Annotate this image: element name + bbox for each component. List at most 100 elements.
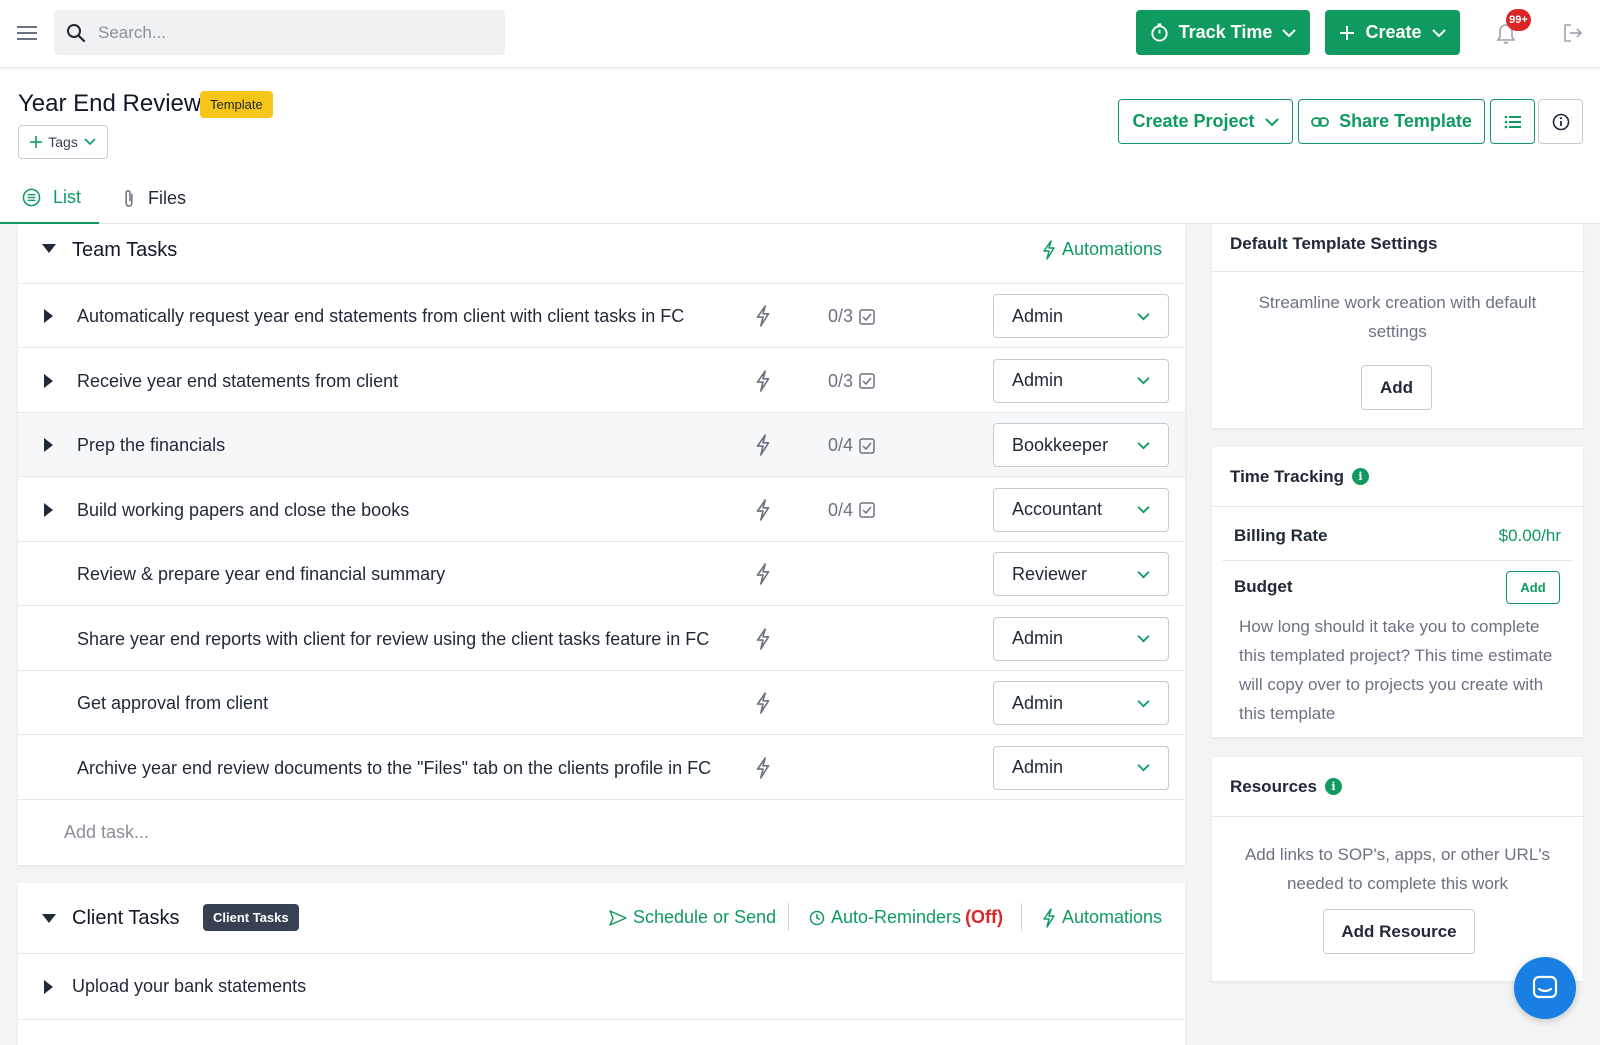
task-name: Archive year end review documents to the… (77, 757, 712, 778)
chevron-down-icon (1137, 377, 1150, 385)
add-task-input[interactable]: Add task... (64, 822, 149, 843)
tags-button[interactable]: Tags (18, 125, 108, 159)
lightning-icon (1043, 239, 1055, 260)
plus-icon (30, 136, 43, 148)
team-task-row[interactable]: Prep the financials 0/4 Bookkeeper (18, 413, 1185, 477)
team-task-row[interactable]: Build working papers and close the books… (18, 477, 1185, 542)
team-automations-link[interactable]: Automations (1042, 239, 1162, 260)
task-name: Build working papers and close the books (77, 499, 410, 520)
role-value: Admin (1012, 757, 1064, 777)
chat-launcher[interactable] (1514, 957, 1576, 1019)
list-icon (1504, 115, 1521, 128)
time-tracking-card: Time Tracking i Billing Rate $0.00/hr Bu… (1212, 447, 1583, 737)
chevron-down-icon (1137, 699, 1150, 707)
role-value: Admin (1012, 628, 1064, 648)
role-select[interactable]: Bookkeeper (993, 423, 1169, 467)
search-icon (67, 23, 86, 42)
team-task-row[interactable]: Automatically request year end statement… (18, 284, 1185, 348)
task-name: Share year end reports with client for r… (77, 628, 710, 649)
billing-rate-value[interactable]: $0.00/hr (1499, 526, 1561, 546)
collapse-caret[interactable] (42, 914, 56, 923)
expand-caret[interactable] (44, 309, 53, 323)
team-tasks-panel: Team Tasks Automations Automatically req… (18, 224, 1185, 865)
info-icon[interactable]: i (1324, 778, 1342, 795)
tab-list[interactable]: List (0, 172, 99, 224)
task-name: Automatically request year end statement… (77, 306, 685, 326)
lightning-icon[interactable] (753, 756, 773, 779)
expand-caret[interactable] (44, 980, 53, 994)
chevron-down-icon (1137, 635, 1150, 643)
team-task-row[interactable]: Receive year end statements from client 0… (18, 348, 1185, 413)
schedule-send-label: Schedule or Send (633, 907, 777, 927)
subtask-count-text: 0/4 (828, 435, 854, 455)
role-select[interactable]: Admin (993, 616, 1169, 661)
logout-icon[interactable] (1562, 22, 1584, 44)
create-label: Create (1365, 22, 1422, 42)
default-settings-description: Streamline work creation with default se… (1258, 293, 1537, 341)
share-template-label: Share Template (1339, 111, 1472, 131)
role-value: Accountant (1012, 499, 1103, 519)
client-task-row[interactable]: Upload your bank statements (18, 954, 1185, 1020)
expand-caret[interactable] (44, 438, 53, 452)
task-name: Get approval from client (77, 693, 269, 713)
lightning-icon[interactable] (753, 498, 773, 521)
team-task-row[interactable]: Review & prepare year end financial summ… (18, 542, 1185, 606)
checkbox-icon (859, 373, 875, 389)
lightning-icon[interactable] (753, 434, 773, 456)
lightning-icon[interactable] (753, 369, 773, 392)
resources-card: Resources i Add links to SOP's, apps, or… (1212, 757, 1583, 981)
role-select[interactable]: Accountant (993, 487, 1169, 532)
role-select[interactable]: Admin (993, 681, 1169, 725)
subtask-count-text: 0/3 (828, 306, 854, 326)
lightning-icon[interactable] (753, 305, 773, 327)
team-task-row[interactable]: Archive year end review documents to the… (18, 735, 1185, 800)
expand-caret[interactable] (44, 502, 53, 517)
default-settings-add-button[interactable]: Add (1361, 365, 1432, 410)
billing-rate-label: Billing Rate (1234, 526, 1328, 545)
page-header: Year End Review Template Tags Create Pro… (0, 68, 1600, 224)
subtask-count: 0/3 (828, 306, 875, 327)
create-project-button[interactable]: Create Project (1118, 99, 1293, 144)
client-tasks-header: Client Tasks Client Tasks Schedule or Se… (18, 883, 1185, 954)
team-automations-label: Automations (1062, 239, 1163, 259)
role-select[interactable]: Admin (993, 294, 1169, 338)
team-task-row[interactable]: Share year end reports with client for r… (18, 606, 1185, 671)
tab-files[interactable]: Files (122, 172, 186, 224)
menu-icon[interactable] (16, 22, 38, 44)
team-task-row[interactable]: Get approval from client Admin (18, 671, 1185, 735)
task-name: Prep the financials (77, 435, 226, 455)
budget-add-button[interactable]: Add (1506, 571, 1560, 604)
info-icon[interactable]: i (1352, 468, 1370, 485)
role-value: Reviewer (1012, 563, 1088, 584)
chevron-down-icon (1137, 312, 1150, 320)
create-button[interactable]: Create (1325, 10, 1460, 55)
list-view-button[interactable] (1490, 99, 1535, 144)
tags-label: Tags (48, 134, 78, 150)
client-automations-link[interactable]: Automations (1042, 907, 1162, 928)
role-select[interactable]: Admin (993, 745, 1169, 790)
info-button[interactable] (1538, 99, 1583, 144)
expand-caret[interactable] (44, 373, 53, 388)
top-bar: Track Time Create 99+ (0, 0, 1600, 68)
add-resource-button[interactable]: Add Resource (1323, 909, 1475, 954)
lightning-icon[interactable] (753, 692, 773, 714)
schedule-send-link[interactable]: Schedule or Send (609, 907, 776, 928)
chevron-down-icon (1137, 506, 1150, 514)
chevron-down-icon (1137, 570, 1150, 578)
auto-reminders-link[interactable]: Auto-Reminders (Off) (809, 907, 1003, 928)
resources-title: Resources (1230, 776, 1317, 796)
share-template-button[interactable]: Share Template (1298, 99, 1485, 144)
role-select[interactable]: Reviewer (993, 552, 1169, 596)
lightning-icon[interactable] (753, 627, 773, 650)
collapse-caret[interactable] (42, 244, 56, 253)
search-input[interactable] (98, 22, 478, 43)
default-settings-title: Default Template Settings (1230, 233, 1438, 253)
track-time-button[interactable]: Track Time (1136, 10, 1310, 55)
team-tasks-header: Team Tasks Automations (18, 224, 1185, 284)
client-tasks-badge: Client Tasks (203, 904, 299, 931)
info-icon (1552, 113, 1569, 130)
role-select[interactable]: Admin (993, 358, 1169, 403)
lightning-icon[interactable] (753, 563, 773, 585)
time-tracking-header: Time Tracking i (1212, 447, 1583, 507)
send-icon (609, 909, 627, 926)
